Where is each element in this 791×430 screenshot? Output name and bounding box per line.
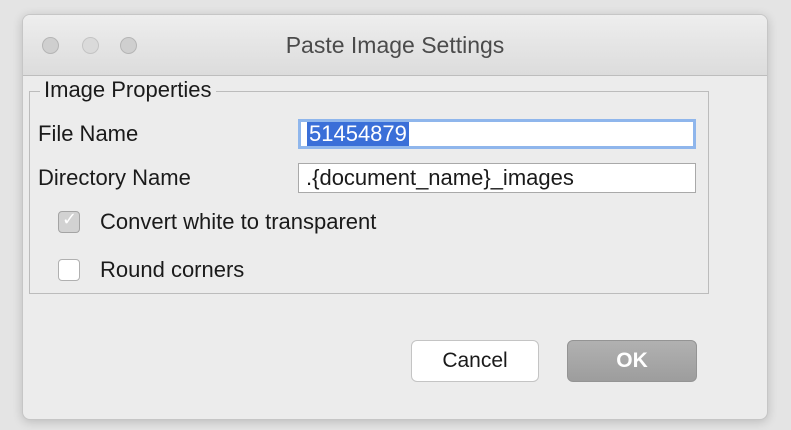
ok-button[interactable]: OK	[567, 340, 697, 382]
titlebar[interactable]: Paste Image Settings	[23, 15, 767, 76]
cancel-button[interactable]: Cancel	[411, 340, 539, 382]
file-name-selected-text[interactable]: 51454879	[307, 122, 409, 146]
round-corners-checkbox[interactable]	[58, 259, 80, 281]
convert-white-label[interactable]: Convert white to transparent	[100, 209, 376, 235]
checkmark-icon: ✓	[62, 209, 78, 230]
image-properties-legend: Image Properties	[40, 77, 216, 103]
convert-white-checkbox[interactable]: ✓	[58, 209, 80, 233]
window-title: Paste Image Settings	[285, 32, 505, 58]
round-corners-label[interactable]: Round corners	[100, 257, 244, 283]
file-name-label: File Name	[38, 121, 139, 146]
directory-name-input[interactable]: .{document_name}_images	[298, 163, 696, 193]
directory-name-label: Directory Name	[38, 165, 191, 190]
file-name-input[interactable]: 51454879	[298, 119, 696, 149]
